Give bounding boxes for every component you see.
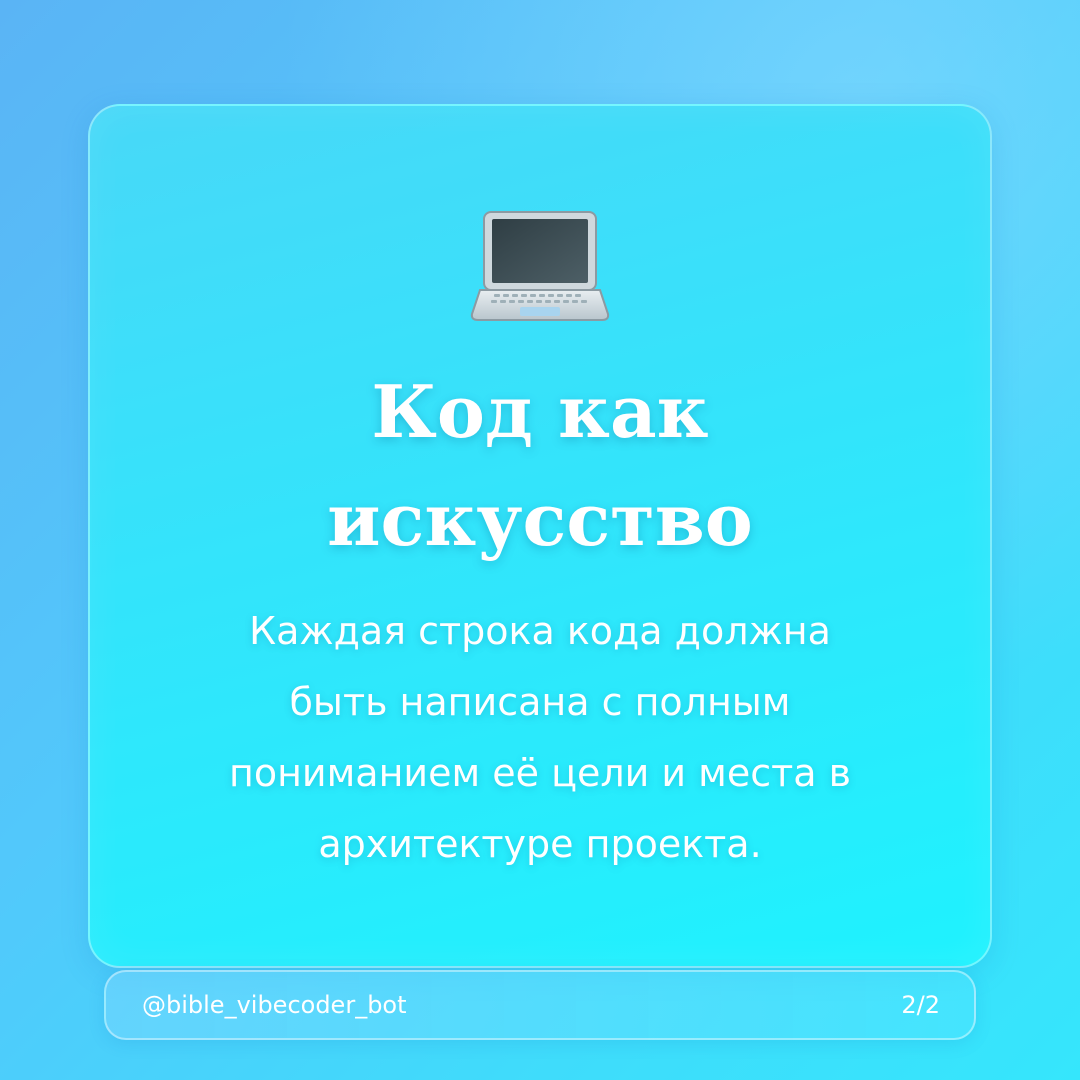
page-indicator: 2/2 xyxy=(901,991,940,1019)
card-title-line-2: искусство xyxy=(327,477,753,562)
card-body-line: Каждая строка кода должна xyxy=(249,609,831,653)
card-title-line-1: Код как xyxy=(371,369,709,454)
laptop-icon xyxy=(470,211,610,321)
card-body-line: архитектуре проекта. xyxy=(318,822,762,866)
card-title: Код как искусство xyxy=(88,358,992,574)
card-body-line: быть написана с полным xyxy=(289,680,791,724)
card-body-line: пониманием её цели и места в xyxy=(228,751,851,795)
footer-bar: @bible_vibecoder_bot 2/2 xyxy=(104,970,976,1040)
bot-handle-link[interactable]: @bible_vibecoder_bot xyxy=(142,972,407,1038)
card-body: Каждая строка кода должна быть написана … xyxy=(150,596,930,880)
